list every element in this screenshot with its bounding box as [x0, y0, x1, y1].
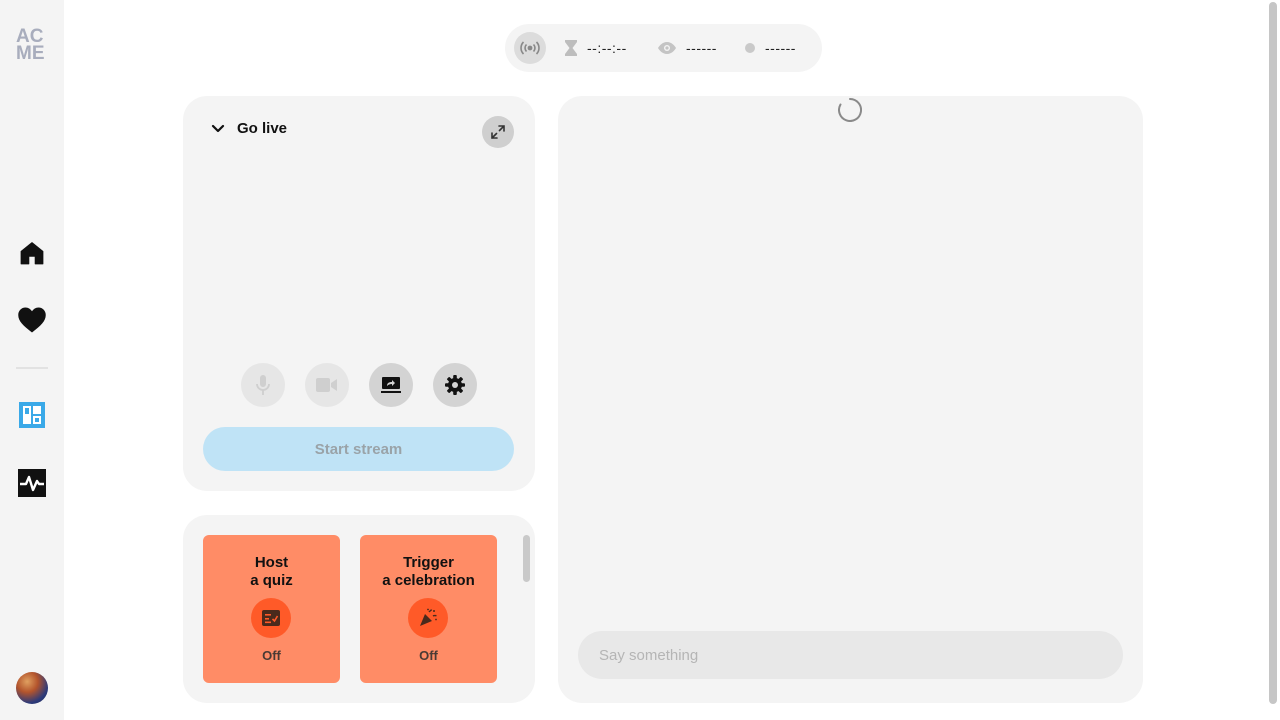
card-status: Off	[262, 648, 281, 663]
logo-line-2: ME	[16, 43, 45, 64]
sidebar-divider	[16, 367, 48, 369]
quiz-icon-wrap	[251, 598, 291, 638]
camera-button[interactable]	[305, 363, 349, 407]
camera-icon	[316, 378, 337, 392]
sidebar-item-dashboard[interactable]	[16, 399, 48, 431]
page-scrollbar-thumb[interactable]	[1269, 2, 1277, 704]
sidebar-item-favorites[interactable]	[16, 304, 48, 336]
stream-stats-bar: --:--:-- ------ ------	[505, 24, 822, 72]
go-live-title: Go live	[237, 120, 288, 137]
quiz-icon	[262, 610, 280, 626]
heart-icon	[18, 307, 46, 333]
host-quiz-card[interactable]: Host a quiz Off	[203, 535, 340, 683]
chevron-down-icon	[211, 124, 225, 132]
party-icon-wrap	[408, 598, 448, 638]
acme-logo[interactable]: AC ME	[16, 27, 48, 64]
actions-panel: Host a quiz Off Trigger a celebration Of…	[183, 515, 535, 703]
screen-share-button[interactable]	[369, 363, 413, 407]
microphone-button[interactable]	[241, 363, 285, 407]
start-stream-button[interactable]: Start stream	[203, 427, 514, 471]
sidebar-item-home[interactable]	[16, 237, 48, 269]
hourglass-icon	[565, 40, 577, 56]
expand-icon	[491, 125, 505, 139]
party-popper-icon	[420, 608, 437, 626]
home-icon	[20, 242, 44, 265]
user-avatar[interactable]	[16, 672, 48, 704]
expand-button[interactable]	[482, 116, 514, 148]
go-live-panel: Go live Start stream	[183, 96, 535, 491]
sidebar: AC ME	[0, 0, 64, 720]
loading-spinner-icon	[838, 98, 862, 122]
broadcast-icon	[520, 41, 540, 55]
go-live-toggle[interactable]: Go live	[211, 120, 287, 137]
card-title: Trigger a celebration	[360, 554, 497, 590]
viewer-count: ------	[658, 39, 717, 57]
actions-scrollbar[interactable]	[523, 535, 530, 582]
status-value: ------	[765, 40, 796, 56]
dashboard-icon	[19, 402, 45, 428]
card-title: Host a quiz	[203, 554, 340, 590]
settings-button[interactable]	[433, 363, 477, 407]
eye-icon	[658, 42, 676, 54]
broadcast-button[interactable]	[514, 32, 546, 64]
card-title-line-1: Trigger	[403, 554, 454, 571]
sidebar-item-activity[interactable]	[16, 467, 48, 499]
chat-panel	[558, 96, 1143, 703]
status-dot-icon	[745, 43, 755, 53]
card-status: Off	[419, 648, 438, 663]
microphone-icon	[256, 375, 270, 395]
screen-share-icon	[381, 377, 401, 393]
timer-value: --:--:--	[587, 40, 627, 56]
stream-status: ------	[745, 39, 796, 57]
card-title-line-2: a celebration	[382, 572, 475, 589]
trigger-celebration-card[interactable]: Trigger a celebration Off	[360, 535, 497, 683]
chat-input[interactable]	[578, 631, 1123, 679]
card-title-line-1: Host	[254, 554, 289, 571]
activity-icon	[18, 469, 46, 497]
gear-icon	[445, 375, 465, 395]
card-title-line-2: a quiz	[250, 572, 293, 589]
stream-timer: --:--:--	[565, 39, 627, 57]
page-scrollbar[interactable]	[1266, 0, 1280, 720]
viewers-value: ------	[686, 40, 717, 56]
